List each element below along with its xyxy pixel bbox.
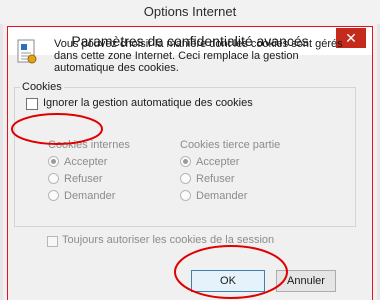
cancel-button[interactable]: Annuler	[276, 270, 336, 292]
radio-accept-selected	[180, 156, 191, 167]
outer-window-border-left	[0, 24, 3, 300]
info-text: Vous pouvez choisir la manière dont les …	[54, 38, 343, 74]
third-party-title: Cookies tierce partie	[180, 139, 281, 151]
outer-window-title: Options Internet	[0, 0, 380, 24]
session-cookies-label[interactable]: Toujours autoriser les cookies de la ses…	[62, 234, 274, 246]
radio-refuse	[180, 173, 191, 184]
radio-ask	[180, 190, 191, 201]
privacy-document-icon	[17, 39, 37, 64]
radio-refuse	[48, 173, 59, 184]
override-checkbox[interactable]	[26, 98, 38, 110]
session-cookies-checkbox[interactable]	[47, 236, 58, 247]
first-party-title: Cookies internes	[48, 139, 130, 151]
radio-ask	[48, 190, 59, 201]
radio-accept-selected	[48, 156, 59, 167]
ok-button[interactable]: OK	[191, 270, 265, 292]
cookies-group-label: Cookies	[20, 81, 64, 93]
override-checkbox-label[interactable]: Ignorer la gestion automatique des cooki…	[43, 97, 253, 109]
